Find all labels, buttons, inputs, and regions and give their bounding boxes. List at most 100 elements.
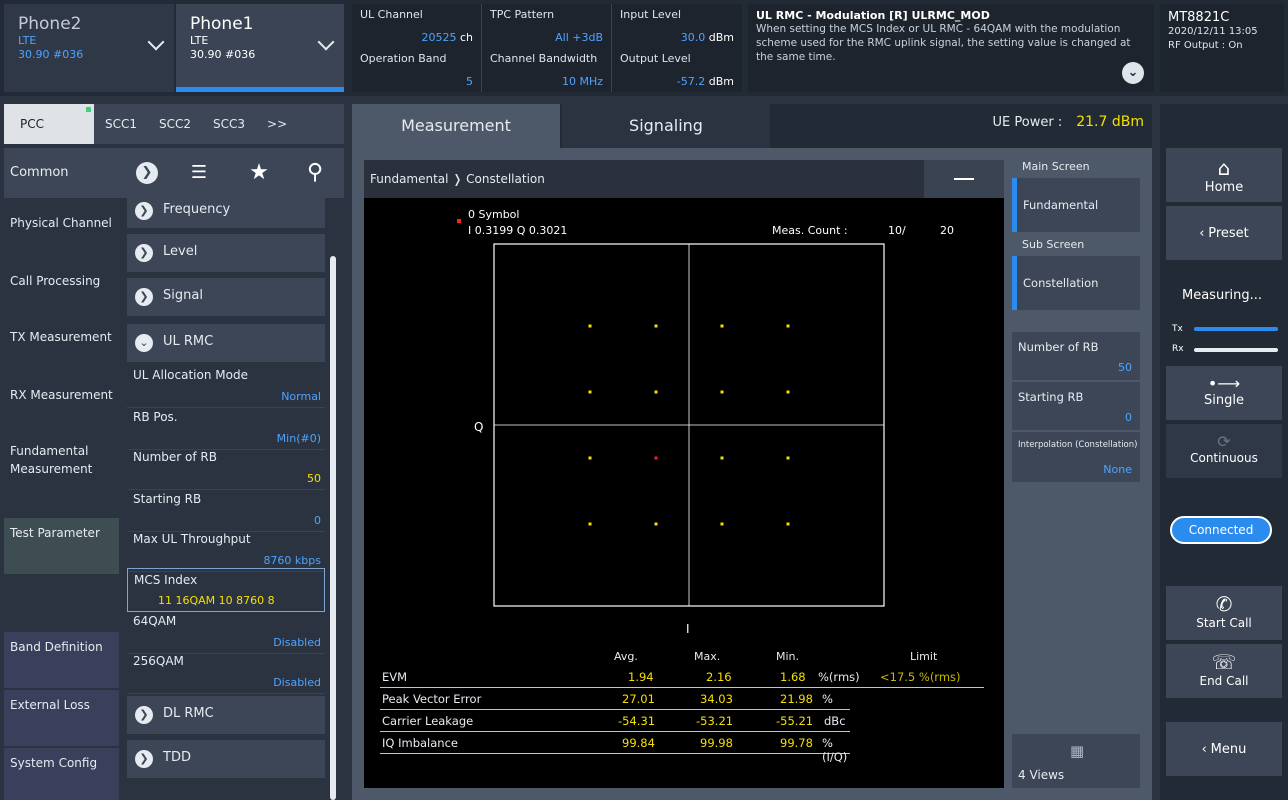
group-ul-rmc[interactable]: ⌄ UL RMC (127, 324, 325, 362)
val-max: 2.16 (706, 670, 732, 684)
scope-header: Fundamental ❭ Constellation (364, 160, 1004, 198)
val-limit: <17.5 %(rms) (880, 670, 961, 684)
four-views-button[interactable]: ▦ 4 Views (1012, 734, 1140, 788)
phone2-type: LTE (18, 34, 37, 47)
single-button[interactable]: •⟶ Single (1166, 366, 1282, 420)
category-physical-channel[interactable]: Physical Channel (4, 208, 119, 238)
collapse-icon: ⌄ (135, 334, 153, 352)
category-test-parameter[interactable]: Test Parameter (4, 518, 119, 574)
output-level-cell[interactable]: Output Level -57.2 dBm (612, 48, 742, 92)
button-label: Start Call (1196, 616, 1252, 630)
category-band-definition[interactable]: Band Definition (4, 632, 119, 688)
category-call-processing[interactable]: Call Processing (4, 266, 119, 296)
group-frequency[interactable]: ❯ Frequency (127, 198, 325, 228)
param-starting-rb[interactable]: Starting RB 0 (127, 488, 325, 532)
param-256qam[interactable]: 256QAM Disabled (127, 650, 325, 694)
search-icon[interactable]: ⚲ (302, 160, 328, 186)
expand-icon: ❯ (135, 706, 153, 724)
param-value: Disabled (273, 676, 321, 689)
number-of-rb-setting[interactable]: Number of RB 50 (1012, 332, 1140, 380)
category-fundamental-measurement[interactable]: Fundamental Measurement (4, 436, 119, 484)
rx-indicator (1194, 348, 1278, 352)
param-ul-allocation-mode[interactable]: UL Allocation Mode Normal (127, 364, 325, 408)
button-label: End Call (1199, 674, 1249, 688)
setting-label: Interpolation (Constellation) (1018, 440, 1138, 450)
group-tdd[interactable]: ❯ TDD (127, 740, 325, 778)
category-rx-measurement[interactable]: RX Measurement (4, 380, 119, 410)
phone1-version: 30.90 #036 (190, 48, 256, 61)
row-iq-imbalance: IQ Imbalance 99.84 99.98 99.78 %(I/Q) (380, 732, 850, 764)
param-label: Number of RB (133, 450, 217, 464)
category-common[interactable]: Common (10, 165, 69, 180)
tpc-pattern-cell[interactable]: TPC Pattern All +3dB (482, 4, 612, 48)
param-value: Disabled (273, 636, 321, 649)
tab-measurement[interactable]: Measurement (352, 104, 560, 148)
val-avg: 27.01 (622, 692, 655, 706)
input-level-value: 30.0 dBm (680, 31, 734, 44)
param-mcs-index[interactable]: MCS Index 11 16QAM 10 8760 8 (127, 568, 325, 612)
input-level-cell[interactable]: Input Level 30.0 dBm (612, 4, 742, 48)
start-call-button[interactable]: ✆ Start Call (1166, 586, 1282, 640)
constellation-point (588, 522, 592, 526)
starting-rb-setting[interactable]: Starting RB 0 (1012, 382, 1140, 430)
parameter-summary[interactable]: UL Channel 20525 ch TPC Pattern All +3dB… (352, 4, 742, 92)
go-icon[interactable]: ❯ (136, 162, 158, 184)
constellation-point (786, 324, 790, 328)
param-number-of-rb[interactable]: Number of RB 50 (127, 446, 325, 490)
ul-channel-cell[interactable]: UL Channel 20525 ch (352, 4, 482, 48)
rx-label: Rx (1172, 344, 1184, 354)
param-max-ul-throughput[interactable]: Max UL Throughput 8760 kbps (127, 528, 325, 572)
group-level[interactable]: ❯ Level (127, 234, 325, 272)
val-avg: -54.31 (618, 714, 656, 728)
category-system-config[interactable]: System Config (4, 748, 119, 800)
param-label: RB Pos. (133, 410, 178, 424)
expand-icon[interactable]: ⌄ (1122, 62, 1144, 84)
category-external-loss[interactable]: External Loss (4, 690, 119, 746)
tab-pcc[interactable]: PCC (4, 104, 94, 144)
star-icon[interactable]: ★ (246, 160, 272, 186)
list-scrollbar[interactable] (330, 256, 336, 800)
breadcrumb: Fundamental ❭ Constellation (370, 172, 545, 186)
phone2-tab[interactable]: Phone2 LTE 30.90 #036 (4, 4, 174, 92)
row-label: Carrier Leakage (382, 714, 474, 728)
continuous-button[interactable]: ⟳ Continuous (1166, 424, 1282, 478)
col-min: Min. (776, 650, 800, 663)
param-value: 0 (314, 514, 321, 527)
channel-bandwidth-value: 10 MHz (561, 75, 603, 88)
minimize-button[interactable] (924, 160, 1004, 198)
group-dl-rmc[interactable]: ❯ DL RMC (127, 696, 325, 734)
preset-button[interactable]: ‹ Preset (1166, 206, 1282, 260)
phone1-tab[interactable]: Phone1 LTE 30.90 #036 (176, 4, 344, 92)
param-rb-pos[interactable]: RB Pos. Min(#0) (127, 406, 325, 450)
row-carrier-leakage: Carrier Leakage -54.31 -53.21 -55.21 dBc (380, 710, 850, 732)
setting-value: 0 (1125, 411, 1132, 424)
val-min: 1.68 (780, 670, 806, 684)
home-button[interactable]: ⌂ Home (1166, 148, 1282, 202)
param-value: 11 16QAM 10 8760 8 (158, 594, 275, 607)
tab-more[interactable]: >> (256, 104, 298, 144)
param-64qam[interactable]: 64QAM Disabled (127, 610, 325, 654)
val-max: 34.03 (700, 692, 733, 706)
interpolation-setting[interactable]: Interpolation (Constellation) None (1012, 432, 1140, 482)
constellation-button[interactable]: Constellation (1012, 256, 1140, 310)
fundamental-button[interactable]: Fundamental (1012, 178, 1140, 232)
end-call-button[interactable]: ☏ End Call (1166, 644, 1282, 698)
tab-scc2[interactable]: SCC2 (148, 104, 202, 144)
param-label: 64QAM (133, 614, 177, 628)
help-text: When setting the MCS Index or UL RMC - 6… (756, 23, 1131, 63)
channel-bandwidth-cell[interactable]: Channel Bandwidth 10 MHz (482, 48, 612, 92)
menu-button[interactable]: ‹ Menu (1166, 722, 1282, 776)
operation-band-cell[interactable]: Operation Band 5 (352, 48, 482, 92)
tab-scc1[interactable]: SCC1 (94, 104, 148, 144)
tab-signaling[interactable]: Signaling (562, 104, 770, 148)
val-unit: %(rms) (818, 670, 860, 684)
tab-scc3[interactable]: SCC3 (202, 104, 256, 144)
ue-power-value: 21.7 dBm (1076, 114, 1144, 130)
setting-label: Starting RB (1018, 390, 1084, 404)
val-min: -55.21 (776, 714, 814, 728)
operation-band-label: Operation Band (360, 52, 447, 65)
list-play-icon[interactable]: ☰ (186, 160, 212, 186)
category-tx-measurement[interactable]: TX Measurement (4, 322, 119, 352)
tpc-pattern-label: TPC Pattern (490, 8, 555, 21)
group-signal[interactable]: ❯ Signal (127, 278, 325, 316)
